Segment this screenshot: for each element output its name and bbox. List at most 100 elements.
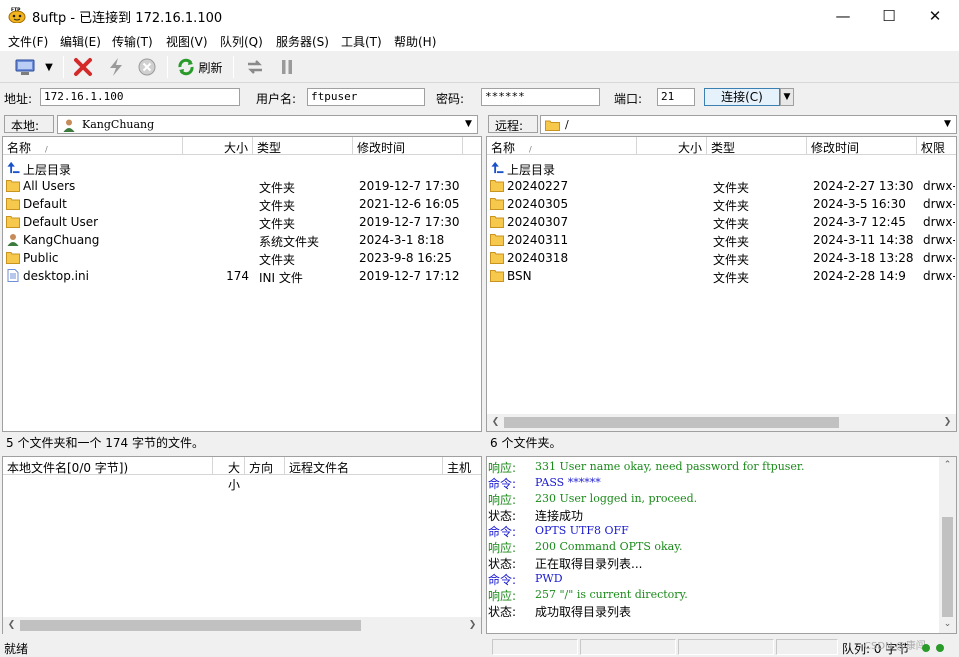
- host-input[interactable]: 172.16.1.100: [40, 88, 240, 106]
- local-file-row[interactable]: Default User 文件夹 2019-12-7 17:30: [3, 213, 481, 231]
- scroll-right-arrow-icon[interactable]: ❯: [939, 414, 956, 431]
- username-input[interactable]: ftpuser: [307, 88, 425, 106]
- scroll-left-arrow-icon[interactable]: ❮: [3, 617, 20, 634]
- log-line: 响应: 230 User logged in, proceed.: [488, 491, 938, 507]
- file-type: 文件夹: [713, 217, 750, 231]
- log-tag: 响应:: [488, 589, 517, 603]
- log-vscroll[interactable]: ⌃ ⌄: [939, 457, 956, 633]
- connect-dropdown-chevron-down-icon[interactable]: ▼: [780, 88, 794, 106]
- remote-path-chevron-down-icon[interactable]: ▼: [940, 117, 955, 132]
- local-col-type[interactable]: 类型: [253, 137, 353, 155]
- menu-view[interactable]: 视图(V): [166, 33, 208, 50]
- local-file-row[interactable]: Public 文件夹 2023-9-8 16:25: [3, 249, 481, 267]
- local-file-list: 名称 / 大小 类型 修改时间 上层目录 All Users 文件夹 2019-12-…: [2, 136, 482, 432]
- queue-col-size[interactable]: 大小: [213, 457, 245, 492]
- queue-col-local-name[interactable]: 本地文件名[0/0 字节]): [3, 457, 213, 475]
- local-file-row[interactable]: Default 文件夹 2021-12-6 16:05: [3, 195, 481, 213]
- file-size: 174: [226, 269, 249, 283]
- queue-col-direction[interactable]: 方向: [245, 457, 285, 475]
- log-line: 命令: PWD: [488, 571, 938, 587]
- local-file-row[interactable]: desktop.ini 174 INI 文件 2019-12-7 17:12: [3, 267, 481, 285]
- remote-hscroll[interactable]: ❮ ❯: [487, 414, 956, 431]
- minimize-button[interactable]: —: [820, 0, 866, 31]
- site-dropdown-chevron-down-icon[interactable]: ▼: [40, 55, 58, 79]
- queue-header: 本地文件名[0/0 字节]) 大小 方向 远程文件名 主机: [3, 457, 481, 492]
- remote-file-row[interactable]: 20240307 文件夹 2024-3-7 12:45 drwx-: [487, 213, 956, 231]
- folder-icon: [6, 216, 20, 228]
- remote-file-row[interactable]: 20240227 文件夹 2024-2-27 13:30 drwx-: [487, 177, 956, 195]
- queue-col-remote-name[interactable]: 远程文件名: [285, 457, 443, 475]
- local-col-mtime[interactable]: 修改时间: [353, 137, 463, 155]
- menu-queue[interactable]: 队列(Q): [220, 33, 263, 50]
- folder-icon: [545, 120, 560, 131]
- menu-edit[interactable]: 编辑(E): [60, 33, 101, 50]
- close-button[interactable]: ✕: [912, 0, 958, 31]
- refresh-label: 刷新: [198, 60, 223, 75]
- log-tag: 响应:: [488, 461, 517, 475]
- password-input[interactable]: ******: [481, 88, 600, 106]
- queue-hscroll-thumb[interactable]: [20, 620, 361, 631]
- connect-button[interactable]: 连接(C): [704, 88, 780, 106]
- menu-file[interactable]: 文件(F): [8, 33, 48, 50]
- remote-parent-dir-row[interactable]: 上层目录: [487, 159, 956, 177]
- remote-hscroll-thumb[interactable]: [504, 417, 839, 428]
- menu-help[interactable]: 帮助(H): [394, 33, 436, 50]
- log-tag: 命令:: [488, 525, 517, 539]
- remote-file-row[interactable]: 20240318 文件夹 2024-3-18 13:28 drwx-: [487, 249, 956, 267]
- queue-col-host[interactable]: 主机: [443, 457, 481, 475]
- remote-col-name[interactable]: 名称 /: [487, 137, 637, 155]
- file-type: 文件夹: [713, 181, 750, 195]
- local-path-combo[interactable]: KangChuang ▼: [57, 115, 478, 134]
- remote-col-mtime[interactable]: 修改时间: [807, 137, 917, 155]
- folder-icon: [490, 180, 504, 192]
- log-tag: 命令:: [488, 477, 517, 491]
- menu-server[interactable]: 服务器(S): [276, 33, 329, 50]
- maximize-button[interactable]: ☐: [866, 0, 912, 31]
- file-mtime: 2023-9-8 16:25: [359, 251, 452, 265]
- local-parent-dir-row[interactable]: 上层目录: [3, 159, 481, 177]
- status-bar: 就绪 队列: 0 字节 CSDN @康闯: [0, 637, 959, 657]
- password-label: 密码:: [436, 92, 465, 106]
- file-name: 20240307: [507, 215, 569, 229]
- file-mtime: 2024-3-18 13:28: [813, 251, 914, 265]
- local-col-name[interactable]: 名称 /: [3, 137, 183, 155]
- disconnect-button[interactable]: [70, 55, 96, 79]
- log-line: 命令: OPTS UTF8 OFF: [488, 523, 938, 539]
- status-pane: [678, 639, 774, 655]
- pause-button[interactable]: [274, 55, 300, 79]
- refresh-button[interactable]: 刷新: [174, 55, 226, 79]
- queue-hscroll[interactable]: ❮ ❯: [3, 617, 481, 634]
- log-message: 200 Command OPTS okay.: [535, 540, 683, 553]
- scroll-right-arrow-icon[interactable]: ❯: [464, 617, 481, 634]
- folder-icon: [490, 252, 504, 264]
- file-mtime: 2019-12-7 17:12: [359, 269, 460, 283]
- sync-icon: [248, 60, 262, 74]
- sync-button[interactable]: [242, 55, 268, 79]
- local-file-row[interactable]: KangChuang 系统文件夹 2024-3-1 8:18: [3, 231, 481, 249]
- log-vscroll-thumb[interactable]: [942, 517, 953, 617]
- port-input[interactable]: 21: [657, 88, 695, 106]
- remote-file-row[interactable]: 20240311 文件夹 2024-3-11 14:38 drwx-: [487, 231, 956, 249]
- remote-file-row[interactable]: 20240305 文件夹 2024-3-5 16:30 drwx-: [487, 195, 956, 213]
- scroll-up-arrow-icon[interactable]: ⌃: [939, 457, 956, 474]
- remote-file-row[interactable]: BSN 文件夹 2024-2-28 14:9 drwx-: [487, 267, 956, 285]
- remote-col-perm[interactable]: 权限: [917, 137, 956, 155]
- local-path-chevron-down-icon[interactable]: ▼: [461, 117, 476, 132]
- scroll-down-arrow-icon[interactable]: ⌄: [939, 616, 956, 633]
- menu-transfer[interactable]: 传输(T): [112, 33, 153, 50]
- file-name: Default: [23, 197, 67, 211]
- remote-path-combo[interactable]: / ▼: [540, 115, 957, 134]
- reconnect-button[interactable]: [103, 55, 129, 79]
- stop-button[interactable]: [134, 55, 160, 79]
- remote-file-list: 名称 / 大小 类型 修改时间 权限 上层目录 20240227 文件夹 2024-2…: [486, 136, 957, 432]
- username-label: 用户名:: [256, 92, 297, 106]
- remote-col-type[interactable]: 类型: [707, 137, 807, 155]
- scroll-left-arrow-icon[interactable]: ❮: [487, 414, 504, 431]
- remote-path-value: /: [565, 118, 569, 131]
- site-manager-button[interactable]: [12, 55, 38, 79]
- local-file-row[interactable]: All Users 文件夹 2019-12-7 17:30: [3, 177, 481, 195]
- file-type: 文件夹: [259, 253, 296, 267]
- remote-col-size[interactable]: 大小: [637, 137, 707, 155]
- menu-tools[interactable]: 工具(T): [341, 33, 382, 50]
- local-col-size[interactable]: 大小: [183, 137, 253, 155]
